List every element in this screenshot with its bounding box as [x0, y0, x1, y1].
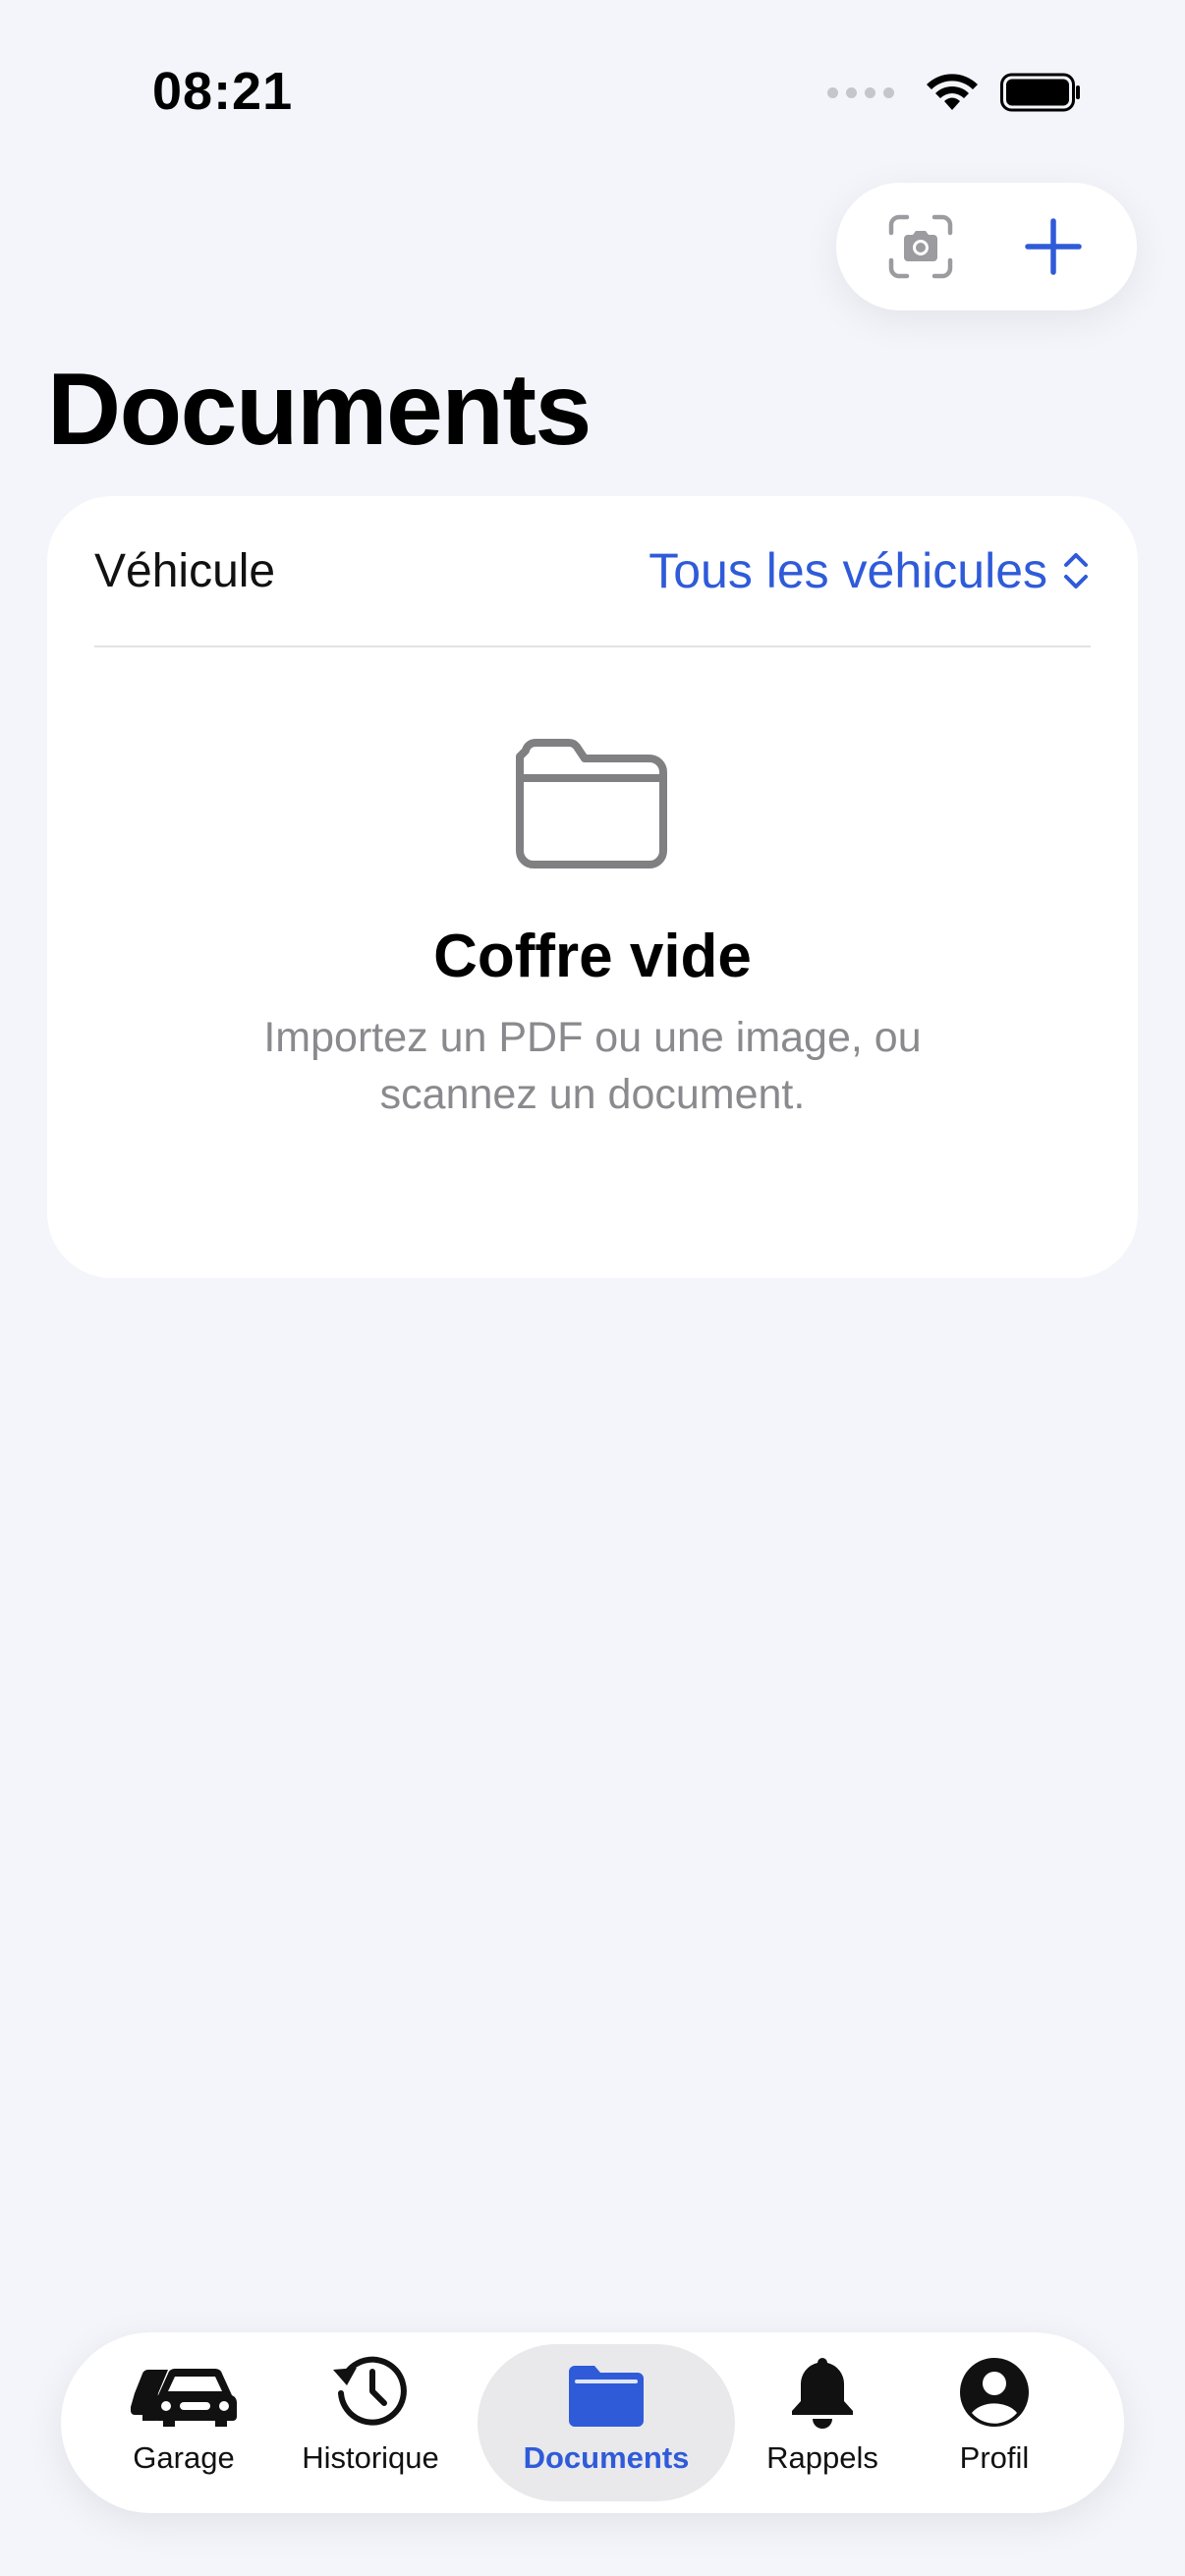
tab-profile[interactable]: Profil — [926, 2344, 1063, 2501]
status-time: 08:21 — [152, 62, 294, 121]
empty-state: Coffre vide Importez un PDF ou une image… — [47, 737, 1138, 1123]
history-icon — [333, 2356, 407, 2426]
scan-document-button[interactable] — [872, 197, 970, 296]
tab-garage[interactable]: Garage — [100, 2344, 267, 2501]
tab-reminders[interactable]: Rappels — [749, 2344, 896, 2501]
page-title: Documents — [47, 353, 592, 467]
wifi-icon — [927, 74, 978, 110]
tab-documents[interactable]: Documents — [478, 2344, 735, 2501]
tab-reminders-label: Rappels — [766, 2440, 878, 2475]
add-document-button[interactable] — [1004, 197, 1102, 296]
status-icons — [827, 73, 1081, 112]
tab-garage-label: Garage — [133, 2440, 235, 2475]
tab-history[interactable]: Historique — [292, 2344, 449, 2501]
vehicle-filter-label: Véhicule — [94, 544, 276, 597]
cellular-signal-icon — [827, 86, 894, 98]
documents-screen: 08:21 Documents Véhicule Tous les véhicu… — [0, 0, 1185, 2576]
car-icon — [131, 2368, 238, 2427]
tab-profile-label: Profil — [959, 2440, 1030, 2475]
tab-documents-label: Documents — [523, 2440, 690, 2475]
tab-history-label: Historique — [302, 2440, 439, 2475]
chevron-up-down-icon — [1064, 553, 1088, 588]
documents-card: Véhicule Tous les véhicules Coffre vide … — [47, 496, 1138, 1278]
tab-bar: Garage Historique Documents Rappels Prof… — [61, 2332, 1124, 2513]
folder-icon — [569, 2366, 644, 2427]
folder-icon — [516, 739, 667, 868]
camera-scan-icon — [888, 214, 952, 279]
plus-icon — [1024, 218, 1082, 275]
vehicle-picker-value: Tous les véhicules — [649, 543, 1047, 598]
person-icon — [960, 2358, 1029, 2427]
vehicle-filter-row: Véhicule Tous les véhicules — [94, 496, 1091, 647]
toolbar — [836, 183, 1137, 310]
empty-state-title: Coffre vide — [433, 923, 752, 990]
empty-state-description: Importez un PDF ou une image, ou scannez… — [263, 1014, 922, 1118]
battery-icon — [1000, 73, 1080, 112]
bell-icon — [792, 2358, 853, 2429]
vehicle-picker[interactable]: Tous les véhicules — [649, 542, 1091, 599]
